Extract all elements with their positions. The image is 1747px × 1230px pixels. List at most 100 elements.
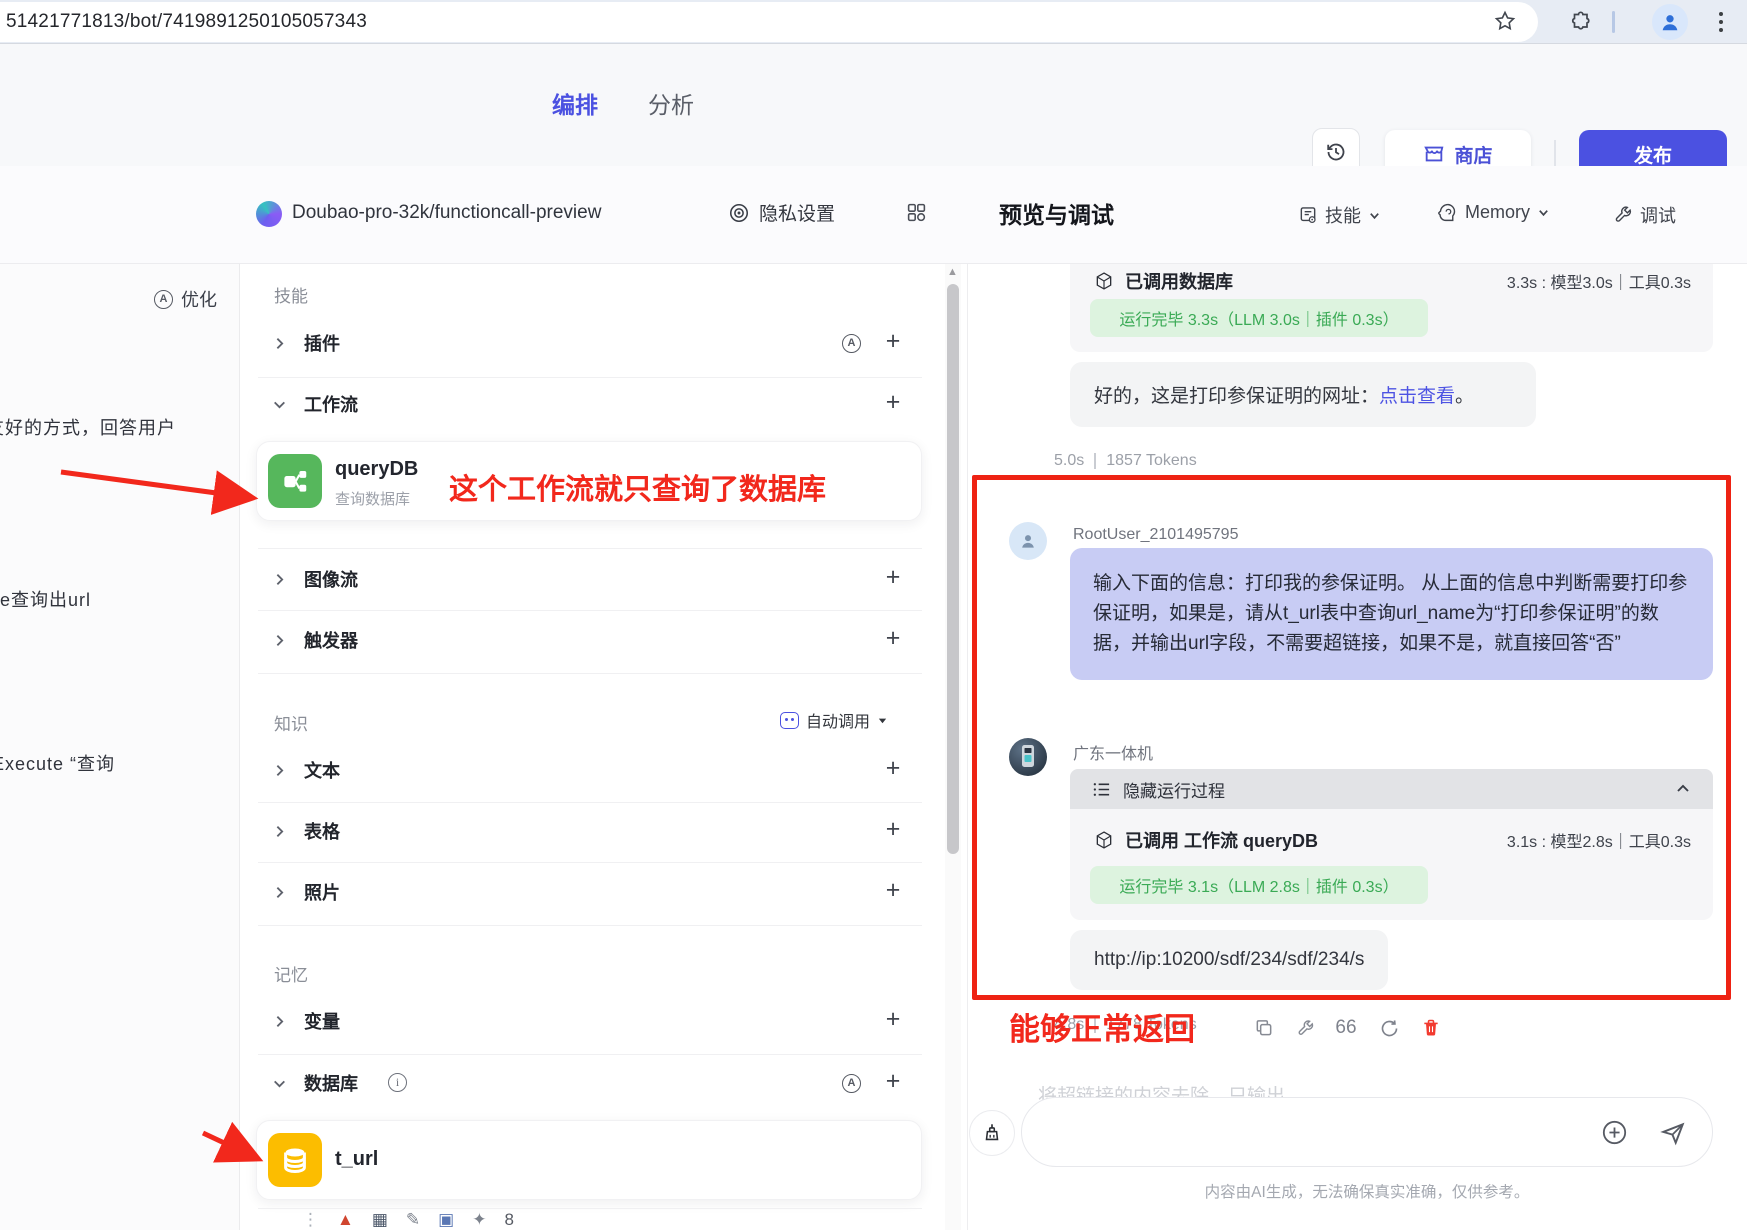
taskbar-app-icon[interactable]: ▣ bbox=[438, 1210, 454, 1230]
model-logo-icon bbox=[256, 201, 282, 227]
memory-dropdown[interactable]: Memory bbox=[1437, 202, 1550, 223]
auto-call-dropdown[interactable]: 自动调用 bbox=[780, 708, 888, 732]
clear-context-button[interactable] bbox=[969, 1110, 1015, 1156]
chevron-down-icon bbox=[272, 1076, 287, 1096]
auto-icon[interactable]: A bbox=[842, 1073, 861, 1093]
tab-analyze[interactable]: 分析 bbox=[648, 86, 694, 120]
chevron-right-icon bbox=[272, 572, 287, 592]
browser-toolbar: 51421771813/bot/7419891250105057343 bbox=[0, 0, 1747, 44]
app-screen: 51421771813/bot/7419891250105057343 编排 分… bbox=[0, 0, 1747, 1230]
info-icon[interactable]: i bbox=[388, 1073, 407, 1092]
layout-grid-icon[interactable] bbox=[906, 202, 927, 228]
delete-icon[interactable] bbox=[1419, 1016, 1443, 1040]
auto-icon[interactable]: A bbox=[842, 333, 861, 353]
add-photo-button[interactable]: + bbox=[880, 876, 906, 905]
chevron-down-icon bbox=[1537, 206, 1550, 219]
taskbar-app-icon[interactable]: ▲ bbox=[337, 1210, 354, 1230]
row-table[interactable]: 表格 + bbox=[240, 813, 967, 849]
skill-board-icon bbox=[1298, 205, 1318, 225]
divider bbox=[258, 673, 922, 674]
chevron-right-icon bbox=[272, 1014, 287, 1034]
chevron-down-icon bbox=[1368, 209, 1381, 222]
skill-dropdown[interactable]: 技能 bbox=[1298, 202, 1381, 228]
process-block-db: 已调用数据库 3.3s : 模型3.0s｜工具0.3s 运行完毕 3.3s（LL… bbox=[1070, 264, 1713, 352]
knowledge-heading: 知识 bbox=[274, 710, 308, 735]
chat-input-container[interactable] bbox=[1021, 1097, 1713, 1167]
add-variable-button[interactable]: + bbox=[880, 1005, 906, 1034]
row-trigger[interactable]: 触发器 + bbox=[240, 622, 967, 658]
eye-icon bbox=[728, 202, 750, 224]
view-link[interactable]: 点击查看 bbox=[1379, 386, 1455, 407]
process-timing: 3.3s : 模型3.0s｜工具0.3s bbox=[1507, 269, 1691, 293]
bot-reply-bubble: 好的，这是打印参保证明的网址：点击查看。 bbox=[1070, 362, 1536, 427]
copy-icon[interactable] bbox=[1252, 1016, 1276, 1040]
prompt-text-fragment: 友好的方式，回答用户 bbox=[0, 414, 176, 440]
workflow-card-querydb[interactable]: queryDB 查询数据库 这个工作流就只查询了数据库 bbox=[256, 441, 922, 521]
taskbar-app-icon[interactable]: ▦ bbox=[372, 1210, 388, 1230]
debug-menu[interactable]: 调试 bbox=[1613, 202, 1676, 228]
header-divider bbox=[1554, 140, 1556, 168]
add-trigger-button[interactable]: + bbox=[880, 624, 906, 653]
extensions-puzzle-icon[interactable] bbox=[1567, 8, 1595, 36]
row-variable[interactable]: 变量 + bbox=[240, 1003, 967, 1039]
send-icon[interactable] bbox=[1660, 1120, 1686, 1151]
chat-input[interactable] bbox=[1048, 1114, 1588, 1150]
database-card-turl[interactable]: t_url bbox=[256, 1120, 922, 1200]
robot-icon bbox=[780, 712, 799, 729]
skills-heading: 技能 bbox=[274, 282, 308, 307]
cube-icon bbox=[1094, 271, 1114, 291]
skills-panel: 技能 插件 A + 工作流 + queryDB 查询数据库 这个工作流就只查询了… bbox=[240, 264, 967, 1230]
add-workflow-button[interactable]: + bbox=[880, 388, 906, 417]
tab-orchestrate[interactable]: 编排 bbox=[552, 86, 598, 120]
optimize-button[interactable]: A 优化 bbox=[154, 286, 217, 312]
add-imageflow-button[interactable]: + bbox=[880, 563, 906, 592]
privacy-settings[interactable]: 隐私设置 bbox=[728, 199, 835, 226]
caret-down-icon bbox=[877, 715, 888, 726]
divider bbox=[258, 802, 922, 803]
store-label: 商店 bbox=[1454, 141, 1492, 168]
row-database[interactable]: 数据库 i A + bbox=[240, 1065, 967, 1101]
add-text-button[interactable]: + bbox=[880, 754, 906, 783]
annotation-red-box bbox=[972, 475, 1731, 1000]
process-title: 已调用数据库 bbox=[1125, 268, 1233, 294]
scrollbar-up-arrow[interactable]: ▲ bbox=[947, 266, 958, 278]
quote-icon[interactable]: 66 bbox=[1334, 1016, 1358, 1040]
taskbar-app-icon[interactable]: ✦ bbox=[472, 1210, 486, 1230]
browser-profile-avatar[interactable] bbox=[1652, 4, 1688, 40]
chevron-right-icon bbox=[272, 824, 287, 844]
row-workflow[interactable]: 工作流 + bbox=[240, 386, 967, 422]
red-annotation-return: 能够正常返回 bbox=[1009, 1004, 1195, 1049]
chevron-right-icon bbox=[272, 633, 287, 653]
model-selector[interactable]: Doubao-pro-32k/functioncall-preview bbox=[292, 202, 601, 224]
database-card-title: t_url bbox=[335, 1148, 378, 1171]
divider bbox=[258, 610, 922, 611]
url-text[interactable]: 51421771813/bot/7419891250105057343 bbox=[6, 11, 367, 33]
debug-wrench-icon[interactable] bbox=[1293, 1016, 1317, 1040]
divider bbox=[258, 925, 922, 926]
row-plugin[interactable]: 插件 A + bbox=[240, 325, 967, 361]
ai-disclaimer: 内容由AI生成，无法确保真实准确，仅供参考。 bbox=[1021, 1180, 1713, 1202]
divider bbox=[258, 1208, 922, 1209]
run-status-pill: 运行完毕 3.3s（LLM 3.0s｜插件 0.3s） bbox=[1090, 299, 1428, 337]
regenerate-icon[interactable] bbox=[1377, 1016, 1401, 1040]
row-photo[interactable]: 照片 + bbox=[240, 874, 967, 910]
toolbar-separator bbox=[1612, 11, 1615, 33]
workflow-card-title: queryDB bbox=[335, 458, 418, 481]
attach-plus-icon[interactable] bbox=[1601, 1119, 1628, 1151]
taskbar-app-icon[interactable]: ✎ bbox=[406, 1210, 420, 1230]
url-bar[interactable]: 51421771813/bot/7419891250105057343 bbox=[0, 2, 1538, 42]
add-plugin-button[interactable]: + bbox=[880, 327, 906, 356]
row-text[interactable]: 文本 + bbox=[240, 752, 967, 788]
workflow-card-subtitle: 查询数据库 bbox=[335, 488, 410, 509]
taskbar-app-icon[interactable]: 8 bbox=[504, 1210, 513, 1230]
scrollbar-thumb[interactable] bbox=[947, 284, 959, 854]
prompt-text-fragment: te查询出url bbox=[0, 586, 91, 612]
bookmark-star-icon[interactable] bbox=[1491, 7, 1519, 35]
page-header: 编排 分析 商店 发布 bbox=[0, 44, 1747, 166]
auto-icon: A bbox=[154, 290, 173, 309]
chevron-right-icon bbox=[272, 885, 287, 905]
browser-menu-icon[interactable] bbox=[1710, 7, 1732, 37]
add-database-button[interactable]: + bbox=[880, 1067, 906, 1096]
add-table-button[interactable]: + bbox=[880, 815, 906, 844]
row-imageflow[interactable]: 图像流 + bbox=[240, 561, 967, 597]
